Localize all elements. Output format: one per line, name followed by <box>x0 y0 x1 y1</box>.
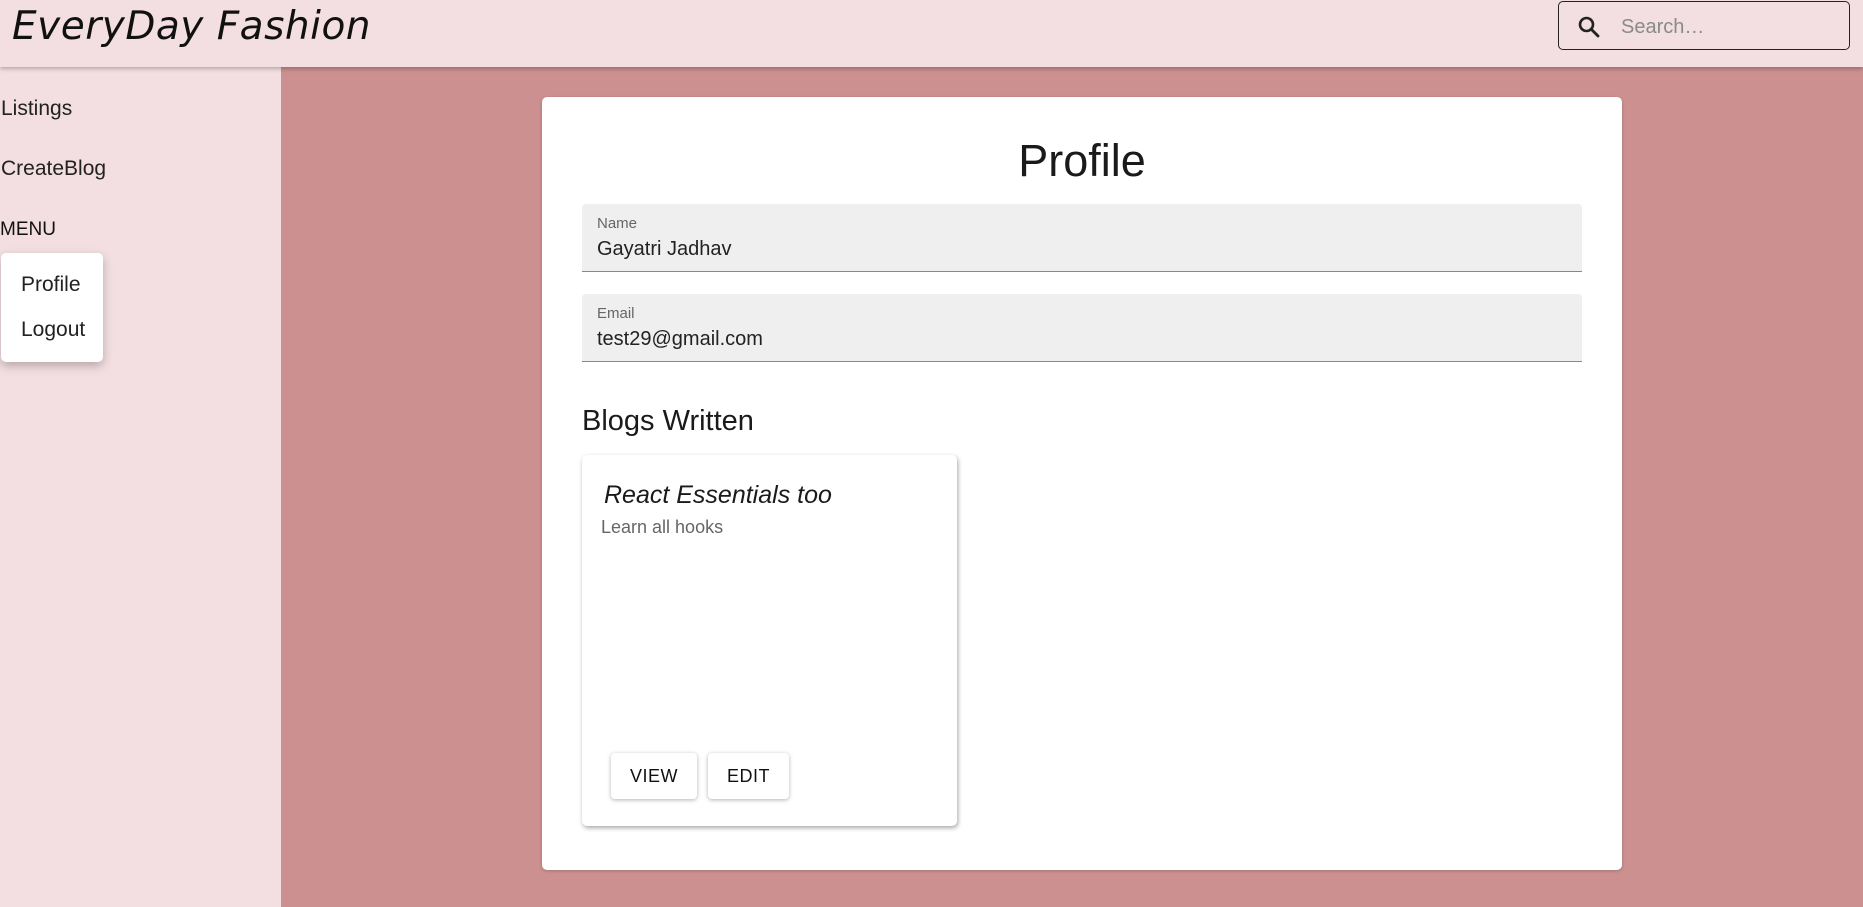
name-value[interactable]: Gayatri Jadhav <box>597 238 732 261</box>
menu-button[interactable]: MENU <box>0 219 56 241</box>
name-field[interactable]: Name Gayatri Jadhav <box>582 204 1582 272</box>
email-field[interactable]: Email test29@gmail.com <box>582 294 1582 362</box>
search-box[interactable] <box>1558 1 1850 50</box>
edit-button[interactable]: EDIT <box>708 753 789 799</box>
name-label: Name <box>597 215 638 232</box>
email-label: Email <box>597 305 635 322</box>
blog-card: React Essentials too Learn all hooks VIE… <box>582 455 957 826</box>
app-bar: EveryDay Fashion <box>0 0 1863 67</box>
email-value[interactable]: test29@gmail.com <box>597 328 763 351</box>
sidebar: Listings CreateBlog MENU Profile Logout <box>0 67 281 907</box>
blogs-written-heading: Blogs Written <box>582 405 754 437</box>
menu-item-profile[interactable]: Profile <box>21 273 81 297</box>
sidebar-item-listings[interactable]: Listings <box>1 97 72 121</box>
view-button[interactable]: VIEW <box>611 753 697 799</box>
menu-popover: Profile Logout <box>1 253 103 362</box>
blog-title: React Essentials too <box>604 481 832 509</box>
search-input[interactable] <box>1619 12 1843 42</box>
profile-card: Profile Name Gayatri Jadhav Email test29… <box>542 97 1622 870</box>
menu-item-logout[interactable]: Logout <box>21 318 85 342</box>
sidebar-item-createblog[interactable]: CreateBlog <box>1 157 106 181</box>
blog-description: Learn all hooks <box>601 517 724 537</box>
search-icon <box>1577 15 1601 39</box>
brand-logo[interactable]: EveryDay Fashion <box>12 4 371 49</box>
page-title: Profile <box>1018 135 1146 186</box>
